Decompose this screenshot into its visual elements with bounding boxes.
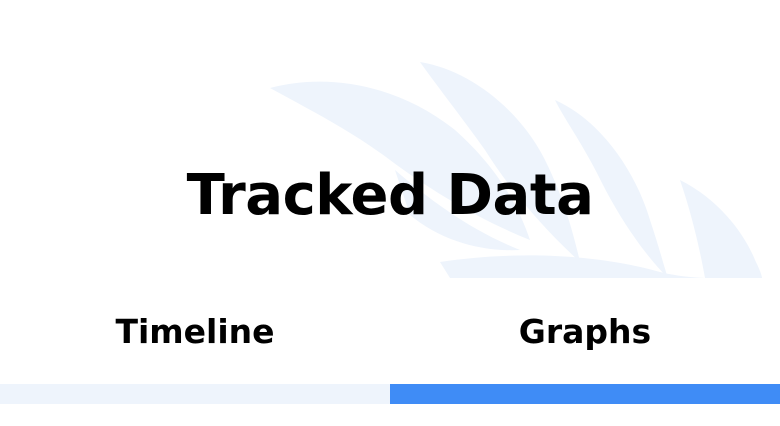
tab-bar: Timeline Graphs — [0, 300, 780, 404]
tab-timeline[interactable]: Timeline — [0, 300, 390, 404]
tab-graphs-indicator — [390, 384, 780, 404]
tab-graphs-label: Graphs — [518, 312, 652, 351]
tab-graphs[interactable]: Graphs — [390, 300, 780, 404]
page-title: Tracked Data — [186, 163, 594, 228]
tab-timeline-indicator — [0, 384, 390, 404]
tab-timeline-label: Timeline — [115, 312, 275, 351]
